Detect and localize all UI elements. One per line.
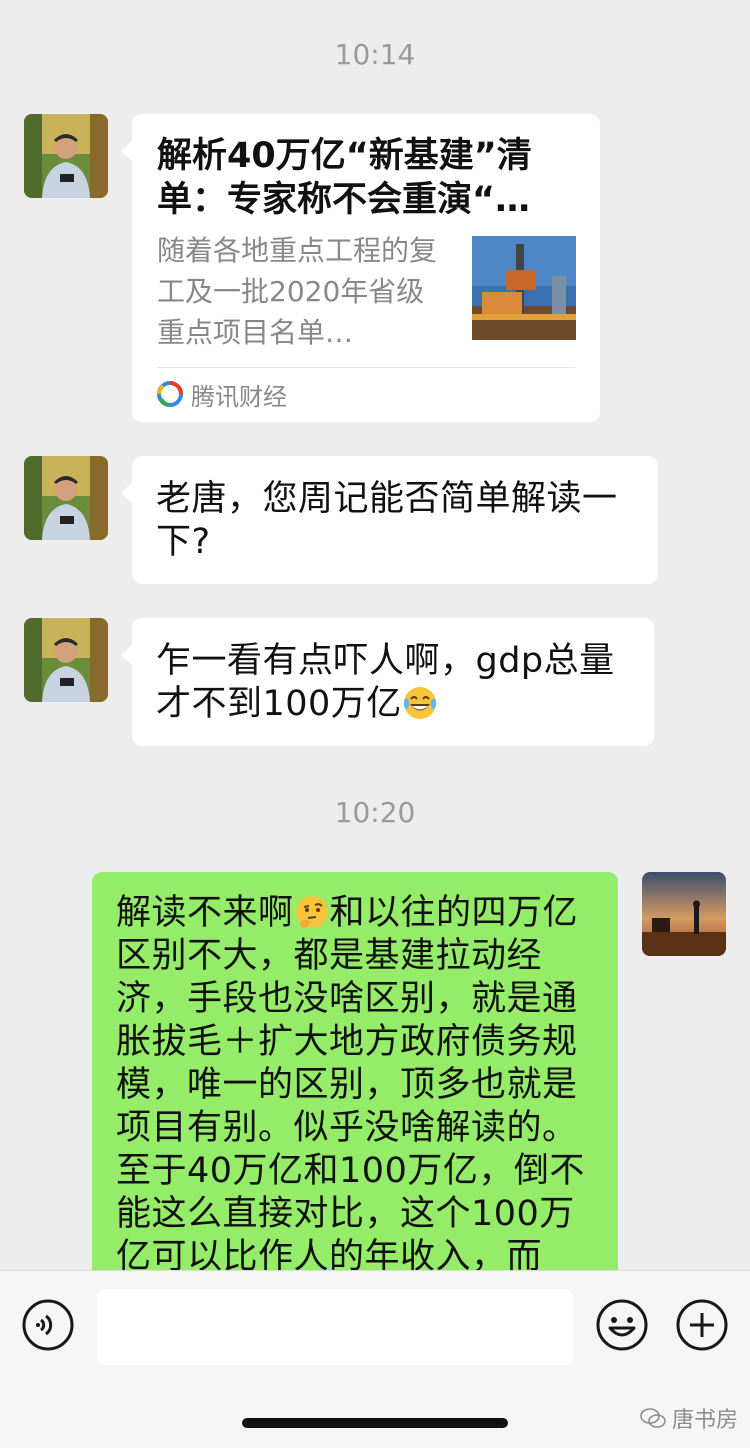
my-avatar[interactable] bbox=[642, 872, 726, 956]
article-title: 解析40万亿“新基建”清单：专家称不会重演“… bbox=[157, 136, 532, 220]
voice-icon bbox=[22, 1299, 74, 1351]
message-text: 老唐，您周记能否简单解读一下? bbox=[156, 479, 618, 562]
avatar-photo bbox=[642, 872, 726, 956]
article-source-label: 腾讯财经 bbox=[191, 382, 287, 411]
avatar[interactable] bbox=[24, 456, 108, 540]
avatar-photo bbox=[24, 114, 108, 198]
plus-button[interactable] bbox=[675, 1298, 729, 1352]
watermark-label: 唐书房 bbox=[672, 1408, 739, 1433]
article-description: 随着各地重点工程的复工及一批2020年省级重点项目名单… bbox=[157, 234, 438, 349]
emoji-icon bbox=[596, 1299, 648, 1351]
timestamp: 10:20 bbox=[334, 796, 416, 829]
avatar-photo bbox=[24, 456, 108, 540]
my-message-bubble[interactable]: 解读不来啊 和以往的四万亿区别不大，都是基建拉动经济，手段也没啥区别，就是通胀拔… bbox=[92, 872, 618, 1272]
message-bubble[interactable]: 老唐，您周记能否简单解读一下? bbox=[121, 456, 658, 584]
laughing-tears-emoji-icon bbox=[402, 685, 438, 721]
card-divider bbox=[157, 367, 575, 368]
watermark: 唐书房 bbox=[640, 1402, 738, 1434]
emoji-button[interactable] bbox=[595, 1298, 649, 1352]
message-text: 乍一看有点吓人啊，gdp总量才不到100万亿 bbox=[156, 640, 630, 726]
message-text-content: 乍一看有点吓人啊，gdp总量才不到100万亿 bbox=[156, 641, 615, 724]
tencent-news-icon bbox=[157, 381, 183, 407]
home-indicator[interactable] bbox=[242, 1418, 508, 1428]
message-text-part1: 解读不来啊 bbox=[116, 893, 294, 933]
message-bubble[interactable]: 乍一看有点吓人啊，gdp总量才不到100万亿 bbox=[121, 618, 654, 746]
plus-icon bbox=[676, 1299, 728, 1351]
wechat-icon bbox=[640, 1408, 666, 1428]
article-thumbnail bbox=[472, 236, 576, 340]
message-text: 解读不来啊 和以往的四万亿区别不大，都是基建拉动经济，手段也没啥区别，就是通胀拔… bbox=[116, 892, 598, 1272]
thinking-emoji-icon bbox=[294, 894, 330, 930]
article-source: 腾讯财经 bbox=[157, 376, 287, 412]
avatar[interactable] bbox=[24, 618, 108, 702]
timestamp: 10:14 bbox=[334, 38, 416, 71]
message-input[interactable] bbox=[97, 1289, 573, 1365]
voice-button[interactable] bbox=[21, 1298, 75, 1352]
avatar[interactable] bbox=[24, 114, 108, 198]
avatar-photo bbox=[24, 618, 108, 702]
article-card[interactable]: 解析40万亿“新基建”清单：专家称不会重演“… 随着各地重点工程的复工及一批20… bbox=[121, 114, 600, 422]
message-text-part2: 和以往的四万亿区别不大，都是基建拉动经济，手段也没啥区别，就是通胀拔毛＋扩大地方… bbox=[116, 893, 585, 1272]
